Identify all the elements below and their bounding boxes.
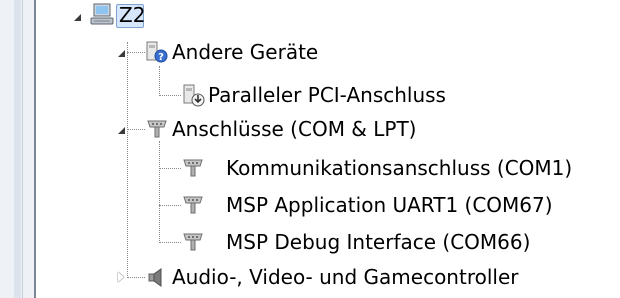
node-label: Andere Geräte (172, 40, 319, 64)
collapse-toggle[interactable] (116, 125, 126, 135)
node-label: MSP Debug Interface (COM66) (226, 230, 531, 254)
port-icon (183, 159, 203, 177)
tree-item-com67[interactable]: MSP Application UART1 (COM67) (180, 191, 616, 219)
tree-node-audio[interactable]: Audio-, Video- und Gamecontroller (116, 263, 576, 291)
tree-connector (127, 42, 128, 278)
window-frame-band (14, 0, 21, 298)
speaker-icon (148, 268, 162, 287)
tree-connector (159, 242, 181, 243)
tree-item-com66[interactable]: MSP Debug Interface (COM66) (180, 228, 580, 256)
expanded-triangle-icon (118, 50, 125, 57)
node-label: MSP Application UART1 (COM67) (226, 193, 553, 217)
computer-icon (90, 3, 114, 25)
tree-connector (159, 95, 181, 96)
device-warning-icon (183, 84, 205, 107)
port-icon (183, 196, 203, 214)
tree-node-andere-geraete[interactable]: ? Andere Geräte (116, 38, 376, 66)
tree-connector (159, 168, 181, 169)
port-icon (147, 120, 167, 138)
collapsed-triangle-icon (118, 272, 124, 282)
tree-connector (159, 205, 181, 206)
root-label: Z2 (119, 3, 146, 27)
expand-toggle[interactable] (116, 272, 126, 282)
tree-node-anschluesse[interactable]: Anschlüsse (COM & LPT) (116, 115, 456, 143)
port-icon (183, 233, 203, 251)
expanded-triangle-icon (118, 127, 125, 134)
svg-text:?: ? (158, 52, 164, 63)
window-frame-edge (34, 0, 36, 298)
node-label: Audio-, Video- und Gamecontroller (172, 265, 519, 289)
tree-connector (159, 141, 160, 243)
node-label: Paralleler PCI-Anschluss (208, 83, 446, 107)
node-label: Anschlüsse (COM & LPT) (172, 117, 417, 141)
window-frame-line (22, 0, 23, 298)
collapse-toggle[interactable] (72, 12, 82, 22)
tree-item-com1[interactable]: Kommunikationsanschluss (COM1) (180, 154, 616, 182)
tree-root-z2[interactable]: Z2 (72, 3, 152, 32)
unknown-device-icon: ? (146, 41, 168, 63)
expanded-triangle-icon (74, 14, 81, 21)
collapse-toggle[interactable] (116, 48, 126, 58)
tree-item-paralleler-pci-anschluss[interactable]: Paralleler PCI-Anschluss (180, 81, 500, 109)
node-label: Kommunikationsanschluss (COM1) (226, 156, 573, 180)
tree-connector (159, 66, 160, 96)
